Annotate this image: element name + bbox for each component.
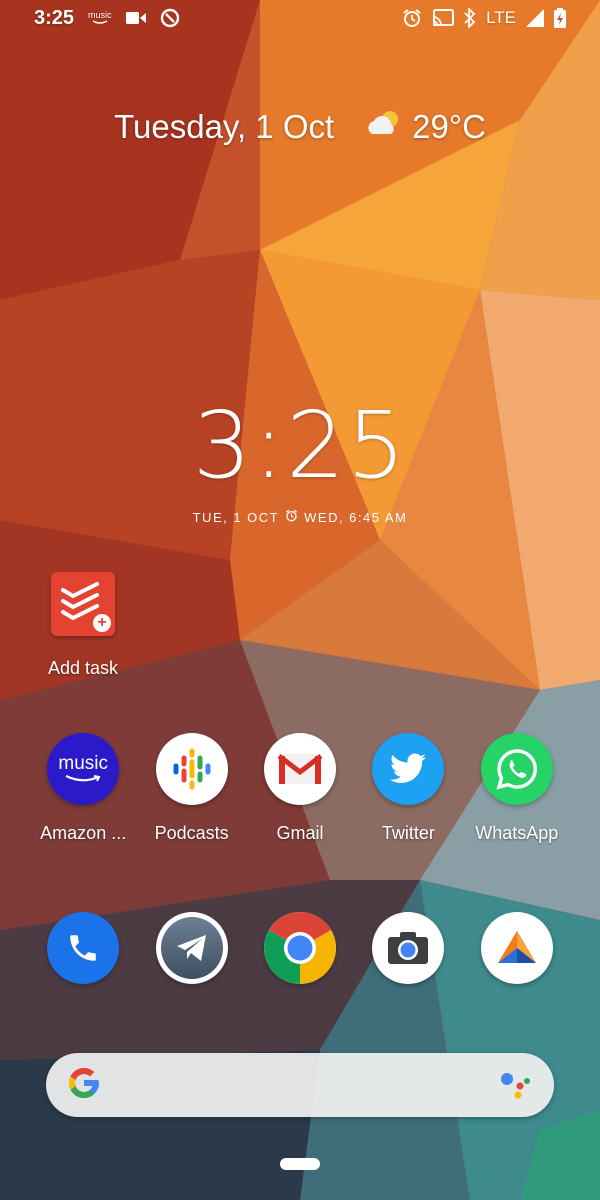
battery-charging-icon [554,8,566,28]
bluetooth-icon [464,8,476,28]
app-gmail[interactable]: Gmail [246,733,354,844]
partly-cloudy-icon [364,108,404,146]
todoist-add-task-icon[interactable]: + [51,572,115,636]
phone-icon[interactable] [47,912,120,984]
status-bar: 3:25 music LTE [0,0,600,36]
whatsapp-icon[interactable] [480,733,553,805]
amazon-music-icon: music [88,11,112,25]
dock [0,912,600,984]
gmail-icon[interactable] [263,733,336,805]
amazon-music-icon[interactable]: music [47,733,120,805]
home-gesture-pill[interactable] [280,1158,320,1170]
dock-camera[interactable] [354,912,462,984]
app-amazon-music[interactable]: music Amazon ... [29,733,137,844]
glance-date[interactable]: Tuesday, 1 Oct [114,108,334,146]
alarm-icon [285,509,298,525]
clock-time[interactable]: 3:25 [193,392,408,499]
app-label: Amazon ... [40,823,127,843]
network-type-label: LTE [486,8,516,27]
app-twitter[interactable]: Twitter [354,733,462,844]
google-podcasts-icon[interactable] [155,733,228,805]
google-assistant-icon[interactable] [496,1065,532,1105]
glance-weather[interactable]: 29°C [364,108,486,146]
app-whatsapp[interactable]: WhatsApp [463,733,571,844]
at-a-glance-widget[interactable]: Tuesday, 1 Oct 29°C [0,108,600,146]
clock-widget[interactable]: 3:25 [0,392,600,499]
add-task-label: Add task [47,658,119,678]
clock-date: TUE, 1 OCT [192,509,280,525]
dock-transmute-app[interactable] [463,912,571,984]
app-notification-icon [160,8,180,28]
app-label: Gmail [276,823,324,843]
google-search-bar[interactable] [46,1053,554,1117]
chrome-icon[interactable] [263,912,336,984]
glance-temperature: 29°C [412,108,486,145]
clock-subline: TUE, 1 OCT WED, 6:45 AM [0,509,600,525]
music-mini-label: music [88,10,112,20]
alarm-icon [402,8,422,28]
plus-icon: + [93,614,111,632]
app-label: Podcasts [154,823,229,843]
video-camera-icon [125,11,146,25]
amazon-music-icon-text: music [58,753,108,774]
app-label: Twitter [381,823,435,843]
dock-chrome[interactable] [246,912,354,984]
cast-icon [432,9,455,27]
home-app-row: music Amazon ... Podcasts Gmail Twitter … [0,733,600,844]
dock-phone[interactable] [29,912,137,984]
twitter-icon[interactable] [372,733,445,805]
signal-icon [526,9,544,27]
app-label: WhatsApp [475,823,559,843]
google-g-icon[interactable] [66,1065,102,1105]
telegram-icon[interactable] [155,912,228,984]
app-podcasts[interactable]: Podcasts [137,733,245,844]
dock-telegram[interactable] [137,912,245,984]
next-alarm: WED, 6:45 AM [304,509,408,525]
todoist-add-task-shortcut[interactable]: + Add task [38,572,128,679]
transmute-app-icon[interactable] [480,912,553,984]
status-time: 3:25 [34,6,75,29]
camera-icon[interactable] [372,912,445,984]
